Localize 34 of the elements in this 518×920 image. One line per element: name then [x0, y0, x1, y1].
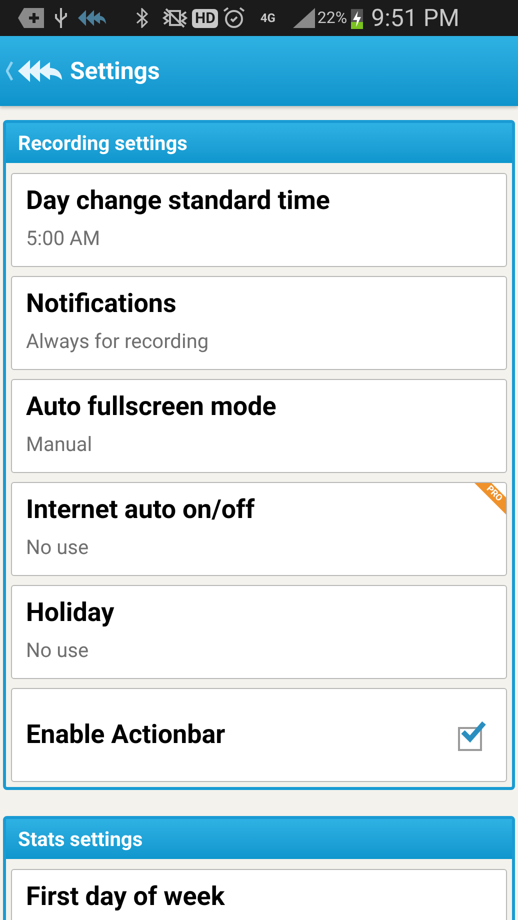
- setting-value: No use: [26, 535, 90, 559]
- setting-title: Auto fullscreen mode: [26, 392, 278, 422]
- screen-title: Settings: [70, 56, 160, 87]
- settings-item[interactable]: Enable Actionbar: [11, 688, 507, 782]
- setting-title: Day change standard time: [26, 186, 331, 216]
- setting-title: Holiday: [26, 598, 116, 628]
- settings-item[interactable]: Day change standard time 5:00 AM: [11, 173, 507, 267]
- bluetooth-icon: [136, 8, 148, 28]
- setting-value: No use: [26, 638, 90, 662]
- battery-percent: 22%: [317, 10, 348, 26]
- app-logo-icon: [78, 10, 106, 26]
- settings-item[interactable]: Holiday No use: [11, 585, 507, 679]
- checkbox[interactable]: [458, 719, 488, 751]
- hd-badge: HD: [192, 8, 218, 28]
- section-title: Stats settings: [18, 826, 143, 853]
- vibrate-off-icon: [162, 8, 188, 28]
- settings-item[interactable]: First day of week: [11, 869, 507, 920]
- setting-title: Enable Actionbar: [26, 720, 226, 750]
- setting-value: Always for recording: [26, 329, 210, 353]
- setting-value: 5:00 AM: [26, 226, 102, 250]
- battery-charging-icon: [351, 7, 364, 29]
- settings-item[interactable]: Auto fullscreen mode Manual: [11, 379, 507, 473]
- usb-icon: [54, 7, 68, 29]
- settings-item[interactable]: Notifications Always for recording: [11, 276, 507, 370]
- alarm-clock-icon: [222, 6, 246, 30]
- section-title: Recording settings: [18, 130, 188, 157]
- setting-value: Manual: [26, 432, 94, 456]
- setting-title: Internet auto on/off: [26, 495, 256, 525]
- setting-title: Notifications: [26, 289, 178, 319]
- signal-icon: [293, 8, 316, 28]
- clock-time: 9:51 PM: [371, 6, 460, 30]
- network-type-label: 4G: [260, 12, 276, 24]
- add-notification-icon: [18, 8, 44, 28]
- setting-title: First day of week: [26, 882, 226, 912]
